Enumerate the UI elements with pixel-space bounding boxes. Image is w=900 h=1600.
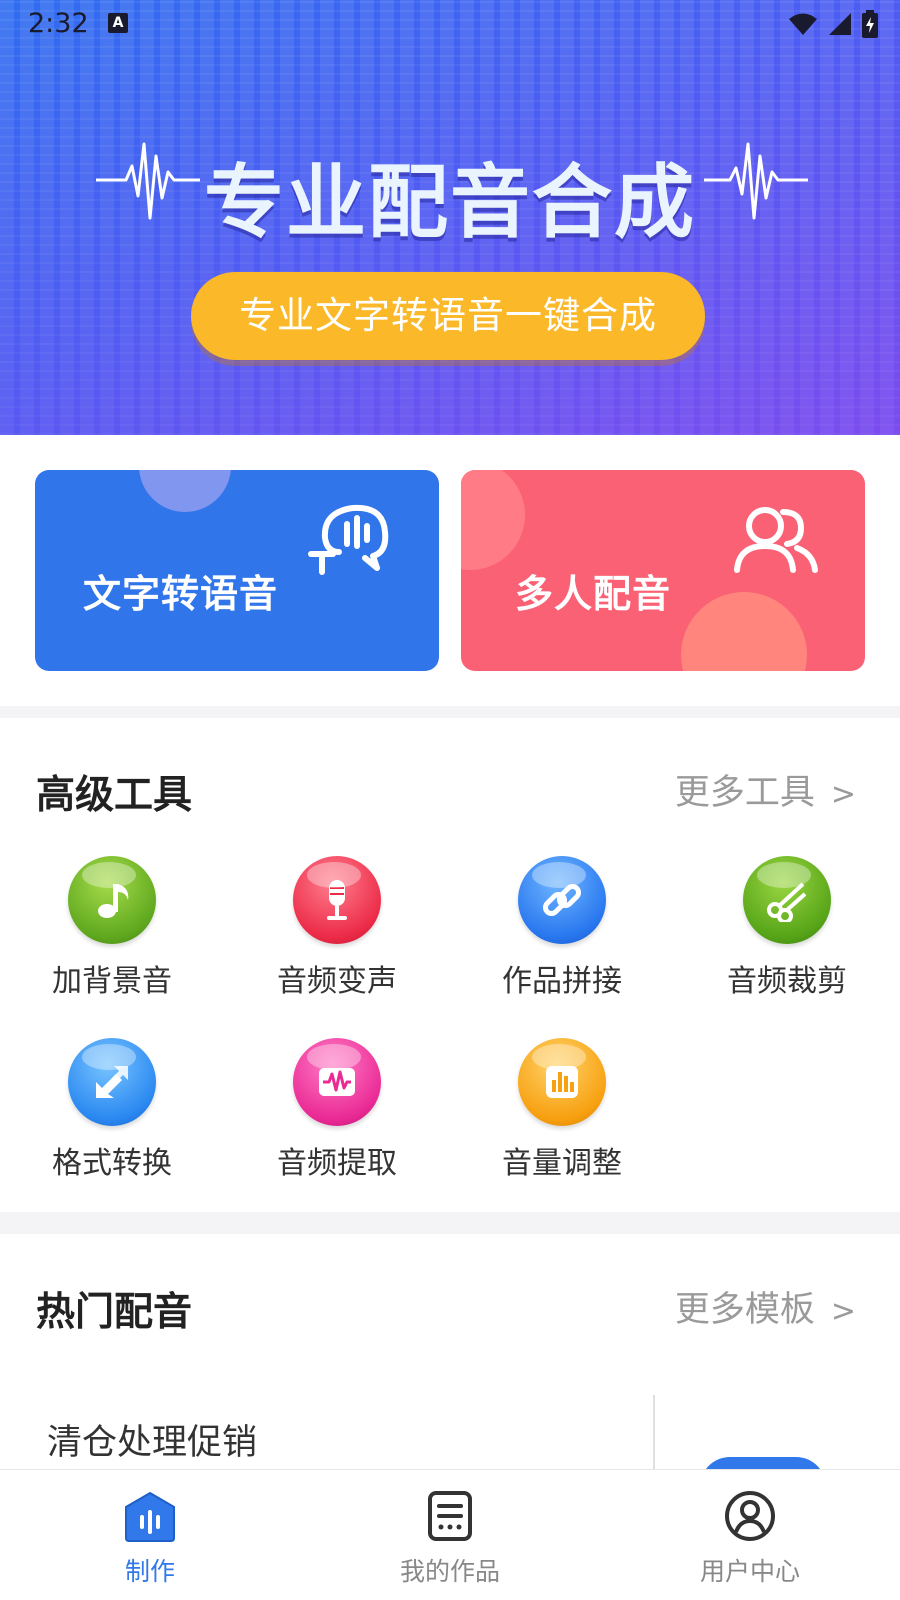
more-tools-link[interactable]: 更多工具 > [675, 764, 856, 815]
tool-voice-changer[interactable]: 音频变声 [252, 856, 422, 1000]
hot-section-title: 热门配音 [36, 1290, 193, 1335]
nav-label-my-works: 我的作品 [399, 1557, 500, 1586]
multi-voice-card[interactable]: 多人配音 [461, 470, 865, 671]
make-icon [125, 1491, 175, 1542]
section-divider [0, 1212, 900, 1234]
tool-label: 加背景音 [52, 964, 172, 999]
scissors-icon [743, 856, 831, 944]
tool-works-splice[interactable]: 作品拼接 [477, 856, 647, 1000]
tools-section-title: 高级工具 [36, 773, 193, 818]
bottom-nav: 制作 我的作品 用户中心 [0, 1469, 900, 1600]
tool-audio-extract[interactable]: 音频提取 [252, 1038, 422, 1182]
tool-label: 作品拼接 [502, 964, 622, 999]
speech-bubble-icon [308, 504, 389, 575]
soundwave-right-icon [704, 142, 808, 220]
battery-icon [862, 10, 878, 38]
decor-bubble [461, 470, 525, 570]
text-to-speech-label: 文字转语音 [83, 572, 279, 616]
more-templates-link[interactable]: 更多模板 > [675, 1281, 856, 1332]
tool-label: 格式转换 [52, 1146, 172, 1181]
decor-bubble [139, 470, 231, 512]
tool-add-background-music[interactable]: 加背景音 [27, 856, 197, 1000]
chevron-right-icon: > [830, 777, 856, 812]
tool-label: 音频提取 [277, 1146, 397, 1181]
top-banner[interactable]: 2:32 A 专业配音合成 专业文字转语音一键合成 [0, 0, 900, 435]
nav-tab-make[interactable]: 制作 [0, 1470, 300, 1600]
signal-icon [829, 13, 851, 35]
multi-voice-label: 多人配音 [515, 572, 672, 616]
tool-volume-adjust[interactable]: 音量调整 [477, 1038, 647, 1182]
volume-bars-icon [518, 1038, 606, 1126]
tool-label: 音频裁剪 [727, 964, 847, 999]
hot-item-separator [653, 1395, 655, 1471]
microphone-icon [293, 856, 381, 944]
people-icon [734, 507, 818, 573]
nav-tab-user-center[interactable]: 用户中心 [600, 1470, 900, 1600]
tool-audio-trim[interactable]: 音频裁剪 [702, 856, 872, 1000]
nav-label-user-center: 用户中心 [699, 1557, 800, 1586]
link-icon [518, 856, 606, 944]
music-note-icon [68, 856, 156, 944]
text-to-speech-card[interactable]: 文字转语音 [35, 470, 439, 671]
section-divider [0, 706, 900, 718]
nav-tab-my-works[interactable]: 我的作品 [300, 1470, 600, 1600]
waveform-icon [293, 1038, 381, 1126]
nav-label-make: 制作 [124, 1557, 175, 1586]
chevron-right-icon: > [830, 1294, 856, 1329]
status-time: 2:32 [28, 8, 89, 39]
status-icons [788, 10, 878, 38]
hot-item-title[interactable]: 清仓处理促销 [47, 1414, 257, 1465]
tool-format-convert[interactable]: 格式转换 [27, 1038, 197, 1182]
user-icon [725, 1491, 775, 1541]
a-icon: A [108, 13, 128, 33]
decor-bubble [681, 592, 807, 671]
status-bar: 2:32 A [0, 0, 900, 48]
convert-icon [68, 1038, 156, 1126]
wifi-icon [789, 13, 817, 35]
more-templates-label: 更多模板 [674, 1290, 815, 1330]
tool-label: 音频变声 [277, 964, 397, 999]
banner-cta-button[interactable]: 专业文字转语音一键合成 [191, 272, 705, 360]
document-icon [428, 1491, 472, 1541]
more-tools-label: 更多工具 [674, 773, 815, 813]
tool-label: 音量调整 [502, 1146, 622, 1181]
